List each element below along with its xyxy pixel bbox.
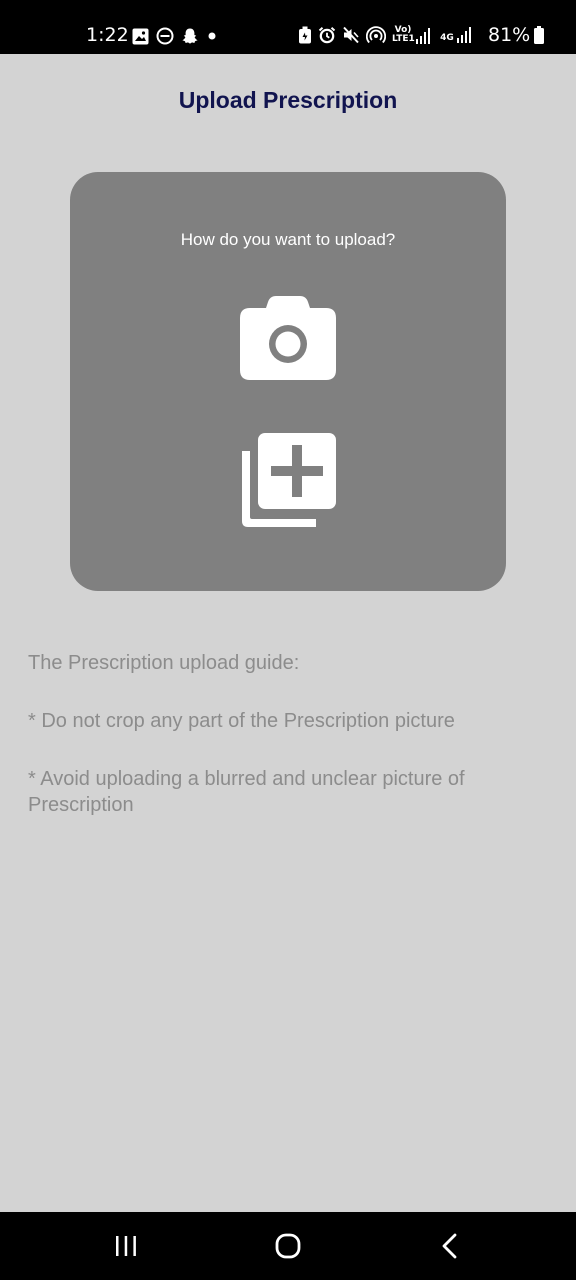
hotspot-icon: [366, 26, 386, 44]
signal-bars-icon: [416, 28, 430, 44]
recent-apps-button[interactable]: [106, 1230, 146, 1262]
dot-icon: [208, 32, 216, 40]
4g-signal-icon: 4G: [440, 27, 471, 43]
page-title: Upload Prescription: [178, 87, 398, 113]
mute-icon: [343, 26, 359, 44]
gallery-icon: [132, 28, 149, 44]
signal-bars-icon: [457, 27, 471, 43]
battery-icon: [534, 26, 544, 44]
status-right-icons: Vo) LTE1 4G: [298, 24, 471, 46]
battery-percentage: 81%: [488, 24, 531, 46]
guide-title: The Prescription upload guide:: [28, 652, 300, 674]
status-left-icons: [132, 26, 218, 46]
camera-upload-button[interactable]: [238, 294, 338, 384]
gallery-upload-button[interactable]: [240, 431, 338, 529]
status-bar: 1:22 Vo) LTE1 4G 81%: [0, 0, 576, 54]
net-type-label: 4G: [440, 33, 454, 43]
guide-item: * Do not crop any part of the Prescripti…: [28, 710, 455, 732]
upload-options-card: How do you want to upload?: [70, 172, 506, 591]
battery-saver-icon: [299, 26, 311, 44]
guide-item: * Avoid uploading a blurred and unclear …: [28, 768, 465, 816]
volte-label: Vo) LTE1: [392, 25, 415, 44]
do-not-disturb-icon: [156, 27, 174, 45]
camera-icon: [240, 296, 336, 380]
alarm-icon: [318, 27, 336, 44]
recent-apps-icon: [116, 1236, 136, 1256]
navigation-bar: [0, 1212, 576, 1280]
back-icon: [442, 1233, 457, 1259]
status-time: 1:22: [86, 24, 129, 46]
snapchat-icon: [182, 28, 198, 44]
back-button[interactable]: [430, 1230, 470, 1262]
upload-question: How do you want to upload?: [180, 230, 396, 249]
add-photo-library-icon: [242, 433, 336, 527]
home-icon: [275, 1233, 301, 1259]
volte-signal-icon: Vo) LTE1: [392, 26, 430, 44]
home-button[interactable]: [268, 1230, 308, 1262]
upload-guide: The Prescription upload guide: * Do not …: [28, 650, 548, 850]
